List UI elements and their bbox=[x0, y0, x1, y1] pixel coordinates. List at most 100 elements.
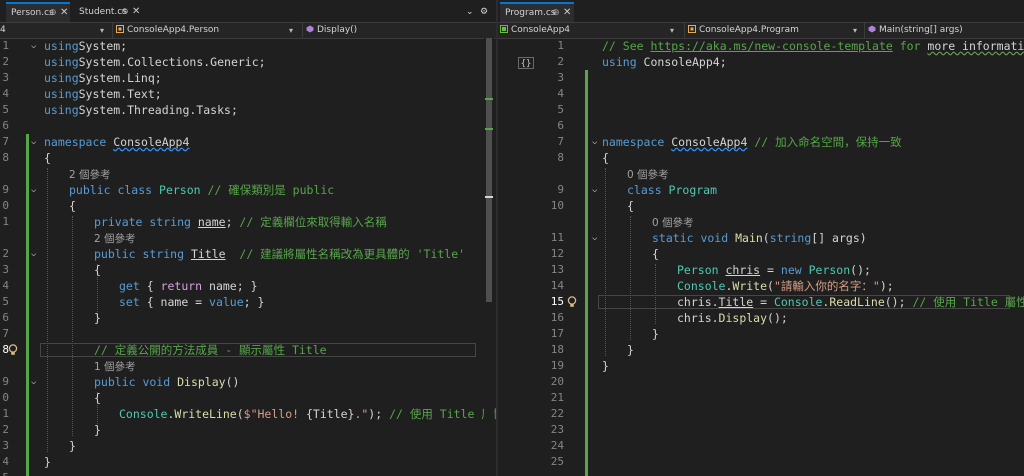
code-text[interactable]: Person chris = new Person(); bbox=[677, 262, 871, 278]
code-text[interactable]: 1 個參考 bbox=[94, 358, 136, 374]
project-dropdown[interactable]: 4 ▾ bbox=[0, 23, 110, 38]
code-token: } bbox=[602, 359, 609, 373]
code-text[interactable]: // 定義公開的方法成員 - 顯示屬性 Title bbox=[94, 342, 327, 358]
code-text[interactable]: // See https://aka.ms/new-console-templa… bbox=[602, 38, 1024, 54]
code-text[interactable]: 2 個參考 bbox=[69, 166, 111, 182]
line-number: 4 bbox=[557, 87, 564, 100]
code-line: 6} bbox=[0, 310, 496, 326]
member-dropdown[interactable]: Display() bbox=[302, 23, 496, 38]
codelens-row: 2 個參考 bbox=[0, 166, 496, 182]
code-text[interactable]: usingSystem.Collections.Generic; bbox=[44, 54, 266, 70]
code-text[interactable]: } bbox=[94, 422, 101, 438]
line-number: 11 bbox=[550, 231, 564, 244]
code-text[interactable]: class Program bbox=[627, 182, 717, 198]
code-text[interactable]: public string Title // 建議將屬性名稱改為更具體的 'Ti… bbox=[94, 246, 465, 262]
code-text[interactable]: usingSystem.Linq; bbox=[44, 70, 162, 86]
code-text[interactable]: chris.Title = Console.ReadLine(); // 使用 … bbox=[677, 294, 1024, 310]
code-text[interactable]: usingSystem; bbox=[44, 38, 127, 54]
tab-person-cs[interactable]: Person.cs ⊕ ✕ bbox=[6, 2, 70, 22]
code-text[interactable]: public class Person // 確保類別是 public bbox=[69, 182, 334, 198]
code-text[interactable]: private string name; // 定義欄位來取得輸入名稱 bbox=[94, 214, 387, 230]
reference-count-link[interactable]: 0 個參考 bbox=[652, 217, 694, 229]
tab-program-cs[interactable]: Program.cs ⊕ ✕ bbox=[500, 2, 574, 22]
code-text[interactable]: { bbox=[44, 150, 51, 166]
code-token: ; bbox=[225, 215, 233, 229]
tab-bar: Person.cs ⊕ ✕ Student.cs ⊕ ✕ ⌄ ⚙ bbox=[0, 0, 496, 23]
code-text[interactable]: { bbox=[69, 198, 76, 214]
chevron-down-icon[interactable]: ⌵ bbox=[592, 230, 597, 246]
code-token: ." bbox=[354, 407, 369, 421]
tab-list-dropdown-icon[interactable]: ⌄ bbox=[466, 2, 480, 22]
chevron-down-icon[interactable]: ⌵ bbox=[31, 374, 36, 390]
code-text[interactable]: } bbox=[652, 326, 659, 342]
code-line: 19} bbox=[498, 358, 1024, 374]
tab-student-cs[interactable]: Student.cs ⊕ ✕ bbox=[74, 2, 144, 22]
vertical-scrollbar[interactable] bbox=[484, 38, 494, 476]
line-number: 8 bbox=[557, 151, 564, 164]
class-dropdown[interactable]: ConsoleApp4.Program ▾ bbox=[684, 23, 866, 38]
code-text[interactable]: Console.WriteLine($"Hello! {Title}."); /… bbox=[119, 406, 496, 422]
project-dropdown-value: 4 bbox=[0, 25, 6, 35]
close-icon[interactable]: ✕ bbox=[132, 2, 140, 22]
reference-count-link[interactable]: 2 個參考 bbox=[94, 233, 136, 245]
code-token: namespace bbox=[602, 135, 665, 149]
code-text[interactable]: } bbox=[44, 454, 51, 470]
code-text[interactable]: public void Display() bbox=[94, 374, 239, 390]
code-text[interactable]: } bbox=[94, 310, 101, 326]
code-token: "請輸入你的名字：" bbox=[773, 279, 880, 293]
chevron-down-icon[interactable]: ⌵ bbox=[31, 38, 36, 54]
chevron-down-icon[interactable]: ⌵ bbox=[592, 182, 597, 198]
code-text[interactable]: namespace ConsoleApp4 // 加入命名空間，保持一致 bbox=[602, 134, 902, 150]
scrollbar-thumb[interactable] bbox=[486, 38, 492, 302]
code-editor[interactable]: 1 ⌵ usingSystem; 2 usingSystem.Collections.G… bbox=[0, 38, 496, 476]
reference-count-link[interactable]: 1 個參考 bbox=[94, 361, 136, 373]
chevron-down-icon[interactable]: ⌵ bbox=[31, 134, 36, 150]
close-icon[interactable]: ✕ bbox=[60, 4, 68, 22]
code-text[interactable]: Console.Write("請輸入你的名字："); bbox=[677, 278, 894, 294]
codelens-row: 0 個參考 bbox=[498, 214, 1024, 230]
chevron-down-icon[interactable]: ⌵ bbox=[592, 134, 597, 150]
pin-icon[interactable]: ⊕ bbox=[552, 4, 560, 22]
line-number: 3 bbox=[2, 71, 9, 84]
code-text[interactable]: { bbox=[94, 390, 101, 406]
code-token: private string bbox=[94, 215, 198, 229]
code-editor[interactable]: {} 1 // See https://aka.ms/new-console-te… bbox=[498, 38, 1024, 476]
chevron-down-icon[interactable]: ⌵ bbox=[31, 246, 36, 262]
code-text[interactable]: } bbox=[627, 342, 634, 358]
code-text[interactable]: { bbox=[627, 198, 634, 214]
code-line: 13 Person chris = new Person(); bbox=[498, 262, 1024, 278]
code-text[interactable]: 2 個參考 bbox=[94, 230, 136, 246]
code-text[interactable]: usingSystem.Text; bbox=[44, 86, 162, 102]
code-text[interactable]: { bbox=[652, 246, 659, 262]
code-text[interactable]: static void Main(string[] args) bbox=[652, 230, 867, 246]
class-dropdown[interactable]: ConsoleApp4.Person ▾ bbox=[112, 23, 302, 38]
reference-count-link[interactable]: 2 個參考 bbox=[69, 169, 111, 181]
code-text[interactable]: usingSystem.Threading.Tasks; bbox=[44, 102, 238, 118]
code-text[interactable]: { bbox=[94, 262, 101, 278]
code-text[interactable]: set { name = value; } bbox=[119, 294, 264, 310]
close-icon[interactable]: ✕ bbox=[563, 4, 571, 22]
pin-icon[interactable]: ⊕ bbox=[121, 2, 129, 22]
pin-icon[interactable]: ⊕ bbox=[49, 4, 57, 22]
code-text[interactable]: } bbox=[602, 358, 609, 374]
chevron-down-icon[interactable]: ⌵ bbox=[31, 182, 36, 198]
code-text[interactable]: 0 個參考 bbox=[627, 166, 669, 182]
line-number: 2 bbox=[557, 55, 564, 68]
line-number: 6 bbox=[2, 119, 9, 132]
code-text[interactable]: } bbox=[69, 438, 76, 454]
member-dropdown[interactable]: Main(string[] args) bbox=[864, 23, 1024, 38]
reference-count-link[interactable]: 0 個參考 bbox=[627, 169, 669, 181]
code-line: 4} bbox=[0, 454, 496, 470]
code-text[interactable]: { bbox=[602, 150, 609, 166]
lightbulb-icon[interactable] bbox=[567, 296, 577, 308]
member-dropdown-value: Display() bbox=[317, 25, 358, 35]
code-text[interactable]: get { return name; } bbox=[119, 278, 258, 294]
code-token: } bbox=[627, 343, 634, 357]
lightbulb-icon[interactable] bbox=[8, 344, 18, 356]
code-text[interactable]: using ConsoleApp4; bbox=[602, 54, 727, 70]
code-text[interactable]: chris.Display(); bbox=[677, 310, 788, 326]
code-text[interactable]: 0 個參考 bbox=[652, 214, 694, 230]
project-dropdown[interactable]: ConsoleApp4 ▾ bbox=[500, 23, 680, 38]
code-text[interactable]: namespace ConsoleApp4 bbox=[44, 134, 189, 150]
gear-icon[interactable]: ⚙ bbox=[480, 2, 494, 22]
